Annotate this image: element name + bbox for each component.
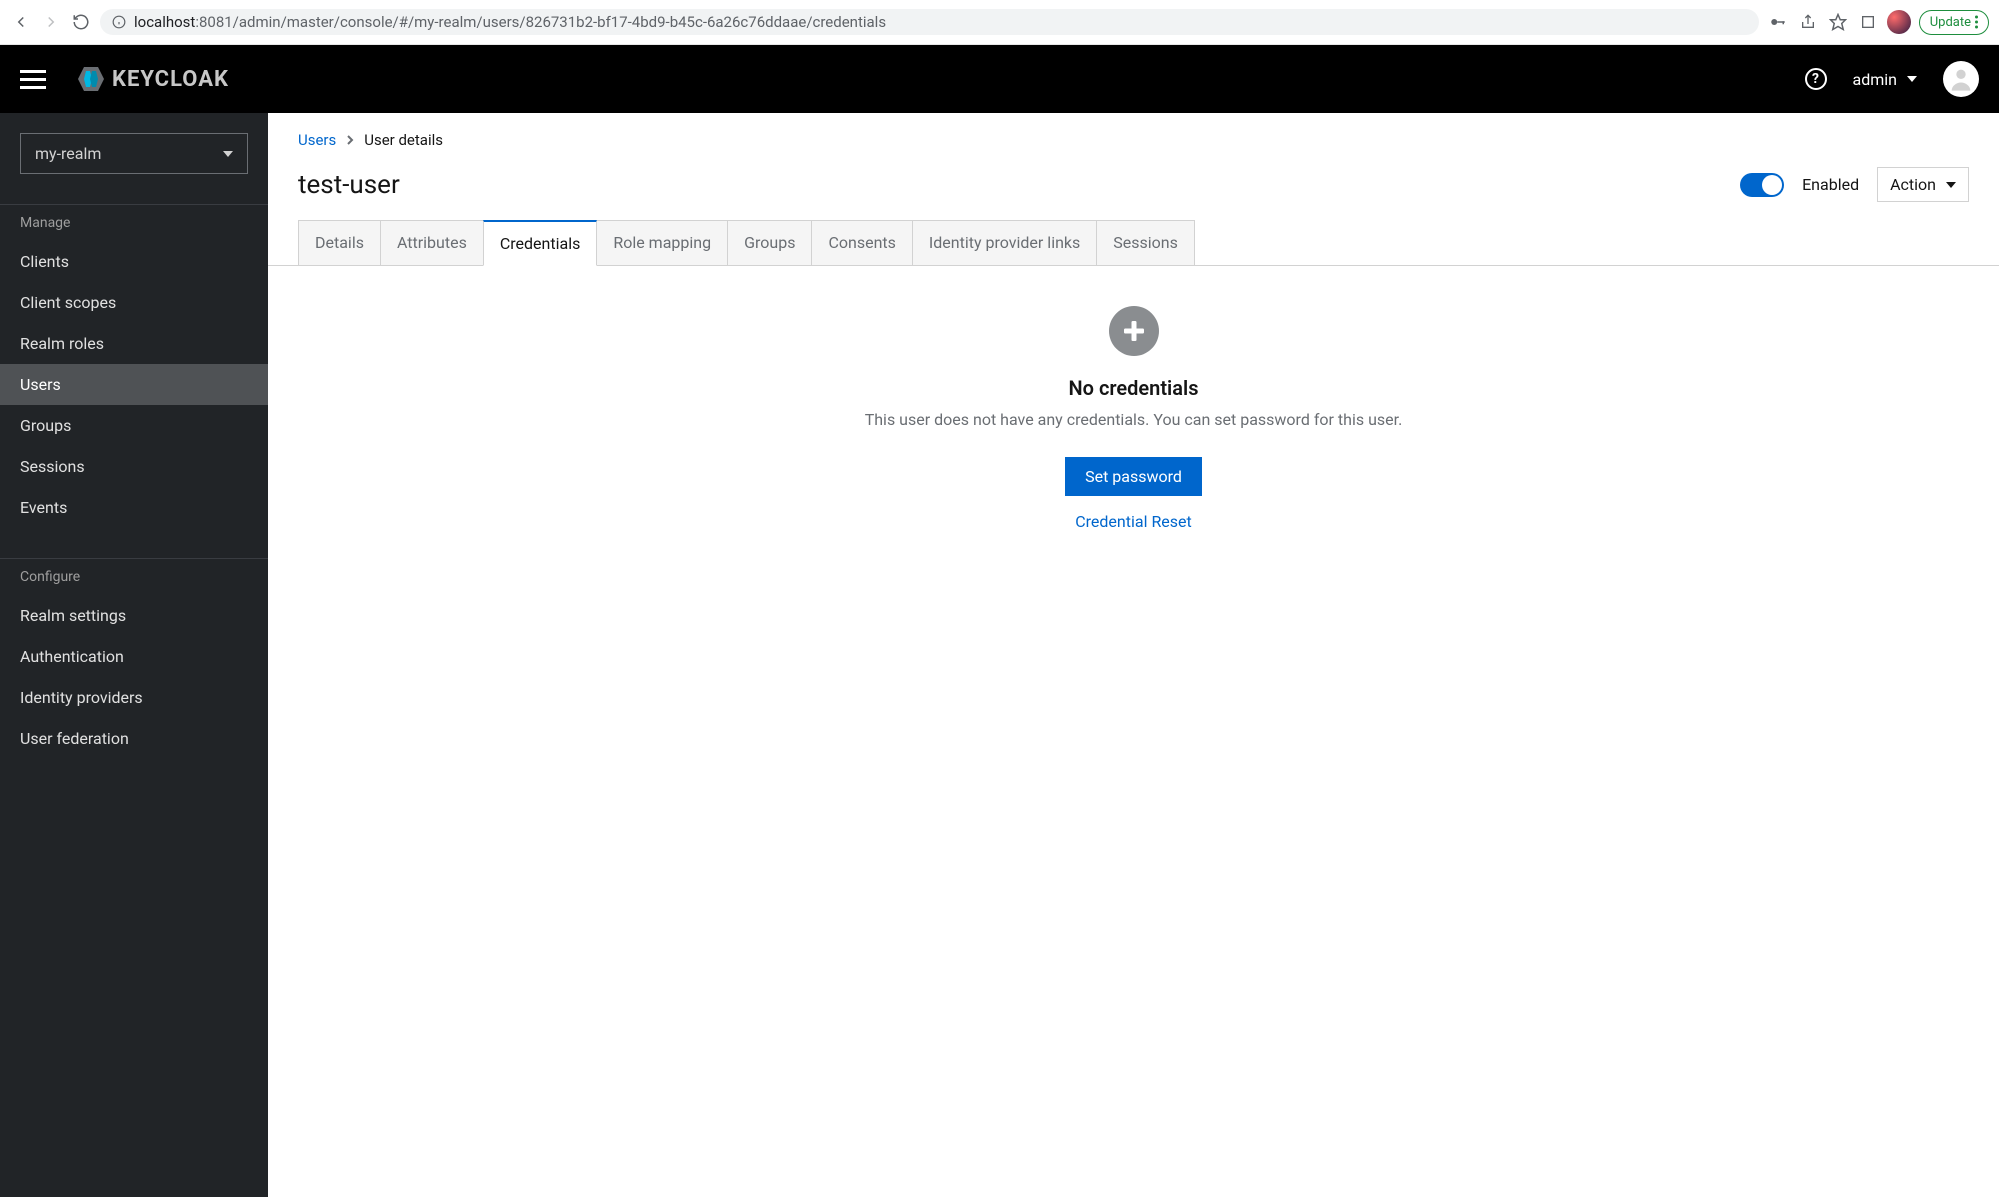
sidebar-item-clients[interactable]: Clients: [0, 241, 268, 282]
hamburger-icon[interactable]: [20, 70, 46, 89]
caret-down-icon: [1946, 182, 1956, 188]
action-label: Action: [1890, 175, 1936, 194]
tab-consents[interactable]: Consents: [811, 220, 912, 265]
logo-icon: [76, 65, 106, 93]
tab-identity-provider-links[interactable]: Identity provider links: [912, 220, 1097, 265]
sidebar-item-realm-settings[interactable]: Realm settings: [0, 595, 268, 636]
avatar-icon: [1947, 65, 1975, 93]
action-dropdown[interactable]: Action: [1877, 167, 1969, 202]
sidebar-item-authentication[interactable]: Authentication: [0, 636, 268, 677]
logo-text: KEYCLOAK: [112, 67, 229, 92]
app-header: KEYCLOAK ? admin: [0, 45, 1999, 113]
key-icon[interactable]: [1767, 11, 1789, 33]
tab-attributes[interactable]: Attributes: [380, 220, 484, 265]
update-button[interactable]: Update: [1919, 10, 1989, 35]
more-icon: [1975, 15, 1978, 29]
sidebar-section-manage: Manage: [0, 204, 268, 241]
sidebar-item-user-federation[interactable]: User federation: [0, 718, 268, 759]
sidebar-section-configure: Configure: [0, 558, 268, 595]
plus-circle-icon: [1109, 306, 1159, 356]
browser-profile-icon[interactable]: [1887, 10, 1911, 34]
tab-sessions[interactable]: Sessions: [1096, 220, 1195, 265]
tab-role-mapping[interactable]: Role mapping: [596, 220, 728, 265]
tab-details[interactable]: Details: [298, 220, 381, 265]
info-icon: [112, 15, 126, 29]
empty-description: This user does not have any credentials.…: [288, 410, 1979, 429]
tabs: DetailsAttributesCredentialsRole mapping…: [268, 220, 1999, 266]
forward-icon[interactable]: [40, 11, 62, 33]
extensions-icon[interactable]: [1857, 11, 1879, 33]
breadcrumb-users-link[interactable]: Users: [298, 131, 336, 149]
chevron-right-icon: [346, 135, 354, 145]
sidebar-item-identity-providers[interactable]: Identity providers: [0, 677, 268, 718]
avatar[interactable]: [1943, 61, 1979, 97]
sidebar-item-events[interactable]: Events: [0, 487, 268, 528]
back-icon[interactable]: [10, 11, 32, 33]
logo: KEYCLOAK: [76, 65, 229, 93]
share-icon[interactable]: [1797, 11, 1819, 33]
username-label: admin: [1853, 70, 1897, 89]
star-icon[interactable]: [1827, 11, 1849, 33]
enabled-toggle[interactable]: [1740, 173, 1784, 197]
enabled-label: Enabled: [1802, 175, 1859, 194]
update-label: Update: [1930, 15, 1971, 30]
tab-credentials[interactable]: Credentials: [483, 220, 598, 266]
tab-groups[interactable]: Groups: [727, 220, 812, 265]
sidebar-item-groups[interactable]: Groups: [0, 405, 268, 446]
url-host: localhost: [134, 13, 195, 31]
help-icon[interactable]: ?: [1805, 68, 1827, 90]
breadcrumb: Users User details: [268, 113, 1999, 167]
sidebar-item-realm-roles[interactable]: Realm roles: [0, 323, 268, 364]
empty-title: No credentials: [288, 376, 1979, 400]
sidebar: my-realm Manage ClientsClient scopesReal…: [0, 113, 268, 1197]
realm-selector[interactable]: my-realm: [20, 133, 248, 174]
credential-reset-link[interactable]: Credential Reset: [288, 512, 1979, 531]
page-title: test-user: [298, 170, 400, 200]
set-password-button[interactable]: Set password: [1065, 457, 1202, 496]
caret-down-icon: [223, 151, 233, 157]
empty-state: No credentials This user does not have a…: [268, 266, 1999, 571]
sidebar-item-sessions[interactable]: Sessions: [0, 446, 268, 487]
reload-icon[interactable]: [70, 11, 92, 33]
caret-down-icon: [1907, 76, 1917, 82]
user-menu[interactable]: admin: [1853, 70, 1917, 89]
url-bar[interactable]: localhost :8081/admin/master/console/#/m…: [100, 9, 1759, 35]
breadcrumb-current: User details: [364, 131, 443, 149]
sidebar-item-client-scopes[interactable]: Client scopes: [0, 282, 268, 323]
browser-bar: localhost :8081/admin/master/console/#/m…: [0, 0, 1999, 45]
url-path: :8081/admin/master/console/#/my-realm/us…: [195, 13, 886, 31]
realm-name: my-realm: [35, 144, 101, 163]
sidebar-item-users[interactable]: Users: [0, 364, 268, 405]
